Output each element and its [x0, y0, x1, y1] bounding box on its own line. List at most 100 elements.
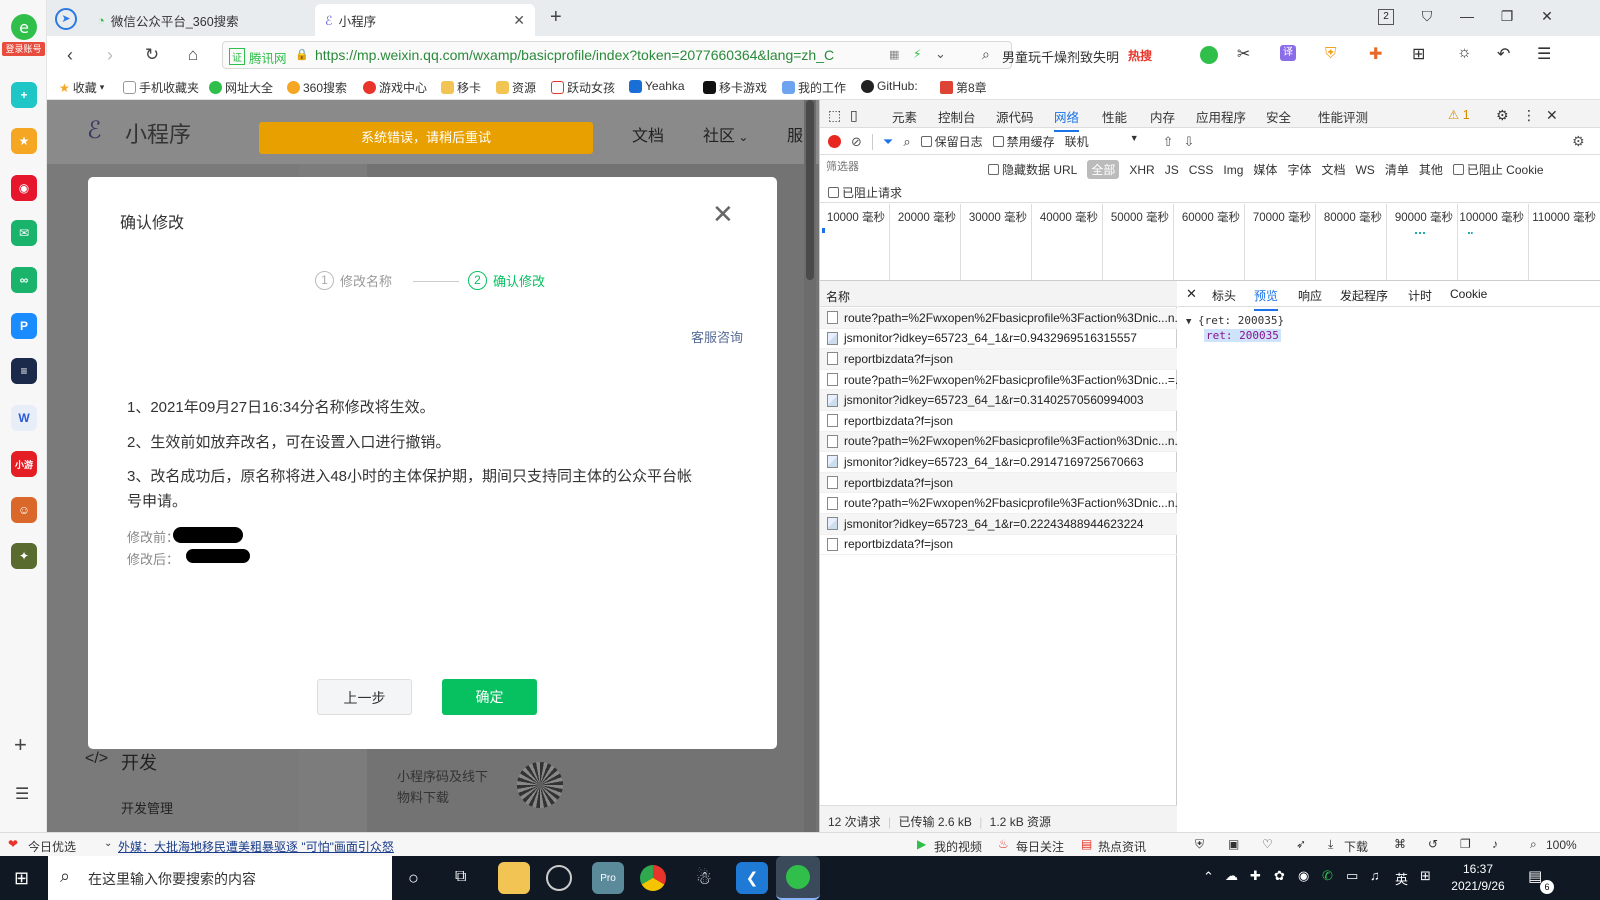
tab-lighthouse[interactable]: 性能评测: [1318, 107, 1368, 126]
tab-response[interactable]: 响应: [1298, 287, 1322, 304]
filter-xhr[interactable]: XHR: [1129, 163, 1154, 177]
filter-other[interactable]: 其他: [1419, 161, 1443, 178]
tray-app-icon[interactable]: ◉: [1298, 868, 1309, 884]
nav-service[interactable]: 服: [787, 122, 803, 146]
news-ticker[interactable]: 外媒：大批海地移民遭美粗暴驱逐 "可怕"画面引众怒: [118, 838, 394, 855]
sidebar-dev[interactable]: 开发: [121, 749, 157, 775]
sound-icon[interactable]: ♪: [1492, 837, 1498, 851]
forward-icon[interactable]: ›: [99, 44, 121, 66]
sidebar-dev-sub[interactable]: 开发管理: [121, 798, 173, 817]
device-icon[interactable]: ▯: [850, 107, 858, 124]
preview-tree[interactable]: ▼ {ret: 200035}: [1186, 314, 1284, 327]
request-row[interactable]: reportbizdata?f=json: [820, 472, 1177, 494]
url-bar[interactable]: 证 腾讯网 🔒 https://mp.weixin.qq.com/wxamp/b…: [222, 41, 1012, 69]
translate-icon[interactable]: 译: [1280, 45, 1296, 61]
preserve-log-checkbox[interactable]: 保留日志: [920, 133, 983, 150]
add-icon[interactable]: +: [14, 732, 27, 758]
taskbar-search[interactable]: ⌕ 在这里输入你要搜索的内容: [48, 856, 392, 900]
shield-icon[interactable]: ⛨: [1195, 837, 1204, 852]
add-app-icon[interactable]: +: [11, 82, 37, 108]
tab-headers[interactable]: 标头: [1212, 287, 1236, 304]
filter-input[interactable]: [826, 158, 976, 176]
import-icon[interactable]: ⇧: [1163, 134, 1174, 150]
filter-all[interactable]: 全部: [1087, 160, 1120, 179]
request-row[interactable]: jsmonitor?idkey=65723_64_1&r=0.291471697…: [820, 452, 1177, 473]
request-row[interactable]: reportbizdata?f=json: [820, 411, 1177, 432]
ime-grid-icon[interactable]: ⊞: [1420, 868, 1431, 884]
notification-icon[interactable]: ▤: [1528, 867, 1542, 885]
cortana-icon[interactable]: ○: [408, 868, 419, 889]
hot-news[interactable]: 热点资讯: [1098, 838, 1146, 855]
close-icon[interactable]: ✕: [712, 199, 734, 230]
nav-community[interactable]: 社区 ⌄: [703, 122, 748, 146]
rocket-icon[interactable]: ➶: [1296, 837, 1306, 851]
request-row[interactable]: jsmonitor?idkey=65723_64_1&r=0.314025705…: [820, 390, 1177, 411]
bookmark-item[interactable]: 第8章: [940, 79, 987, 96]
more-vertical-icon[interactable]: ⋮: [1522, 107, 1536, 124]
bookmark-item[interactable]: 手机收藏夹: [123, 79, 199, 96]
mail-icon[interactable]: ✉: [11, 220, 37, 246]
p-app-icon[interactable]: P: [11, 313, 37, 339]
blocked-requests-checkbox[interactable]: 已阻止请求: [828, 184, 902, 201]
heartbeat-icon[interactable]: ♡: [1262, 837, 1273, 851]
preview-key[interactable]: ret: 200035: [1204, 329, 1281, 342]
inspect-icon[interactable]: ⬚: [828, 107, 841, 124]
tab-cookie[interactable]: Cookie: [1450, 287, 1487, 301]
document-app-icon[interactable]: W: [11, 405, 37, 431]
bookmark-item[interactable]: GitHub:: [861, 79, 918, 93]
bookmark-item[interactable]: 资源: [496, 79, 536, 96]
daily-focus[interactable]: 每日关注: [1016, 838, 1064, 855]
filter-icon[interactable]: ⏷: [883, 134, 893, 150]
chevron-down-icon[interactable]: ⌄: [104, 838, 112, 849]
login-badge[interactable]: 登录账号: [2, 42, 45, 56]
extension-green-icon[interactable]: [1200, 46, 1218, 64]
filter-img[interactable]: Img: [1223, 163, 1243, 177]
brightness-icon[interactable]: ☼: [1457, 44, 1472, 62]
request-row[interactable]: jsmonitor?idkey=65723_64_1&r=0.943296951…: [820, 329, 1177, 350]
filter-js[interactable]: JS: [1165, 163, 1179, 177]
chevron-down-icon[interactable]: ⌄: [935, 46, 946, 62]
request-row[interactable]: reportbizdata?f=json: [820, 535, 1177, 556]
today-picks[interactable]: 今日优选: [28, 838, 76, 855]
tray-app-icon[interactable]: ✚: [1250, 868, 1261, 884]
blocked-cookies-checkbox[interactable]: 已阻止 Cookie: [1452, 161, 1544, 178]
link-app-icon[interactable]: ∞: [11, 267, 37, 293]
prev-button[interactable]: 上一步: [317, 679, 412, 715]
back-icon[interactable]: ‹: [59, 44, 81, 66]
filter-font[interactable]: 字体: [1287, 161, 1311, 178]
network-icon[interactable]: ▭: [1346, 868, 1358, 884]
bookmark-item[interactable]: 我的工作: [782, 79, 846, 96]
tab-memory[interactable]: 内存: [1150, 107, 1175, 126]
name-column-header[interactable]: 名称: [820, 281, 1177, 307]
tray-app-icon[interactable]: ✿: [1274, 868, 1285, 884]
zoom-level[interactable]: 100%: [1546, 838, 1577, 852]
search-icon[interactable]: ⌕: [903, 134, 910, 150]
lightning-icon[interactable]: ⚡: [913, 47, 921, 61]
request-row[interactable]: route?path=%2Fwxopen%2Fbasicprofile%3Fac…: [820, 431, 1177, 453]
hide-data-url-checkbox[interactable]: 隐藏数据 URL: [988, 161, 1077, 178]
tab-preview[interactable]: 预览: [1254, 287, 1279, 311]
url-text[interactable]: https://mp.weixin.qq.com/wxamp/basicprof…: [315, 47, 875, 63]
mini-game-icon[interactable]: 小游: [11, 451, 37, 477]
browser-360-taskbar-icon[interactable]: [776, 856, 820, 900]
window-close-icon[interactable]: ✕: [1537, 8, 1557, 25]
gamepad-icon[interactable]: ⌘: [1394, 837, 1406, 851]
tab-console[interactable]: 控制台: [938, 107, 976, 126]
filter-ws[interactable]: WS: [1355, 163, 1374, 177]
navigation-arrow-icon[interactable]: ➤: [55, 8, 77, 30]
file-explorer-icon[interactable]: [498, 862, 530, 894]
filter-manifest[interactable]: 清单: [1385, 161, 1409, 178]
filter-doc[interactable]: 文档: [1321, 161, 1345, 178]
apps-grid-icon[interactable]: ⊞: [1412, 44, 1425, 64]
bookmark-item[interactable]: Yeahka: [629, 79, 685, 93]
my-video[interactable]: 我的视频: [934, 838, 982, 855]
bookmark-item[interactable]: 360搜索: [287, 79, 347, 96]
settings-icon[interactable]: ⚙: [1496, 107, 1509, 124]
network-settings-icon[interactable]: ⚙: [1572, 133, 1585, 150]
tab-counter[interactable]: 2: [1378, 9, 1394, 25]
qq-penguin-icon[interactable]: ☃: [688, 862, 720, 894]
warning-badge[interactable]: ⚠ 1: [1448, 107, 1470, 122]
image-icon[interactable]: ▣: [1228, 837, 1239, 851]
download-label[interactable]: 下载: [1344, 838, 1368, 855]
request-row[interactable]: route?path=%2Fwxopen%2Fbasicprofile%3Fac…: [820, 370, 1177, 391]
